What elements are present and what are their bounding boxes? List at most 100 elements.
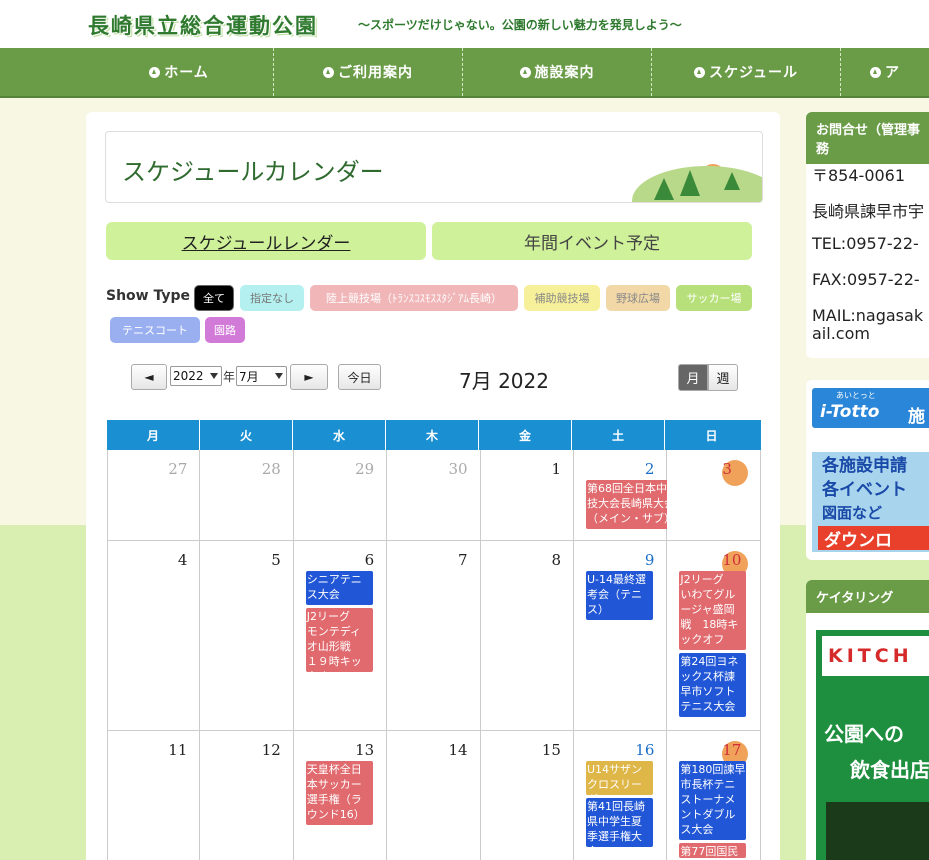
view-week-button[interactable]: 週 — [708, 364, 738, 391]
page-title: スケジュールカレンダー — [122, 158, 384, 186]
contact-mail-1[interactable]: MAIL:nagasak — [812, 306, 923, 325]
calendar-weekday-header: 月 火 水 木 金 土 日 — [107, 420, 761, 450]
today-button[interactable]: 今日 — [338, 364, 381, 390]
calendar-day-cell[interactable]: 4 — [107, 541, 201, 731]
day-number[interactable]: 15 — [542, 741, 561, 759]
filter-park-path[interactable]: 園路 — [205, 317, 245, 343]
weekday-mon: 月 — [107, 420, 200, 450]
calendar-day-cell[interactable]: 29 — [293, 450, 388, 541]
site-header: 長崎県立総合運動公園 ～スポーツだけじゃない。公園の新しい魅力を発見しよう～ — [0, 0, 929, 48]
tab-schedule-calendar[interactable]: スケジュールレンダー — [106, 222, 426, 260]
day-number[interactable]: 11 — [168, 741, 187, 759]
filter-athletics-stadium[interactable]: 陸上競技場（ﾄﾗﾝｽｺｽﾓｽｽﾀｼﾞｱﾑ長崎） — [310, 285, 518, 311]
calendar-day-cell[interactable]: 14 — [387, 731, 481, 860]
calendar-day-cell[interactable]: 7 — [387, 541, 481, 731]
nav-item-guide[interactable]: ご利用案内 — [274, 48, 463, 96]
day-number[interactable]: 5 — [271, 551, 281, 569]
day-number[interactable]: 3 — [722, 460, 749, 486]
day-number[interactable]: 6 — [365, 551, 375, 569]
catering-header: ケイタリング — [806, 580, 929, 613]
filter-unspecified[interactable]: 指定なし — [240, 285, 304, 311]
calendar-day-cell[interactable]: 3 — [667, 450, 762, 541]
day-number[interactable]: 14 — [448, 741, 467, 759]
calendar-event[interactable]: 第180回諫早市長杯テニストーナメントダブルス大会 — [679, 761, 747, 840]
calendar-day-cell[interactable]: 28 — [200, 450, 294, 541]
calendar-day-cell[interactable]: 8 — [480, 541, 574, 731]
filter-all[interactable]: 全て — [194, 285, 234, 311]
filter-tennis-court[interactable]: テニスコート — [110, 317, 200, 343]
day-number[interactable]: 13 — [355, 741, 374, 759]
day-number[interactable]: 7 — [458, 551, 468, 569]
weekday-fri: 金 — [479, 420, 572, 450]
nav-label: 施設案内 — [534, 65, 595, 81]
day-number[interactable]: 9 — [645, 551, 655, 569]
day-number[interactable]: 30 — [448, 460, 467, 478]
filter-auxiliary-field[interactable]: 補助競技場 — [524, 285, 600, 311]
calendar-day-cell[interactable]: 27 — [107, 450, 201, 541]
tree-illustration — [724, 172, 740, 190]
calendar-event[interactable]: 第41回長崎県中学生夏季選手権大会 — [586, 798, 653, 847]
catering-banner[interactable]: KITCH 公園への 飲食出店 — [816, 630, 929, 860]
next-month-button[interactable]: ► — [290, 364, 328, 390]
nav-item-facilities[interactable]: 施設案内 — [463, 48, 652, 96]
arrow-up-icon — [693, 66, 705, 78]
arrow-up-icon — [870, 66, 881, 78]
calendar-month-title: 7月 2022 — [459, 369, 549, 393]
calendar-day-cell[interactable]: 15 — [480, 731, 574, 860]
arrow-up-icon — [149, 66, 161, 78]
year-select-value: 2022 — [173, 369, 204, 383]
year-select[interactable]: 2022 — [170, 366, 222, 386]
day-number[interactable]: 4 — [178, 551, 188, 569]
calendar-event[interactable]: 第77回国民体育大会陸上競技長 — [679, 843, 747, 858]
calendar-event[interactable]: 第24回ヨネックス杯諫早市ソフトテニス大会 — [679, 653, 747, 717]
calendar-event[interactable]: U14サザンクロスリーグ — [586, 761, 653, 795]
contact-header: お問合せ（管理事務 — [806, 112, 929, 164]
calendar-day-cell[interactable]: 12 — [200, 731, 294, 860]
calendar-event[interactable]: J2リーグ いわてグルージャ盛岡戦 18時キックオフ — [679, 571, 747, 650]
main-navigation: ホーム ご利用案内 施設案内 スケジュール ア — [0, 48, 929, 98]
month-select-value: 7月 — [239, 369, 259, 384]
tree-illustration — [680, 170, 700, 196]
banner-box: あいとっと i-Totto 施 各施設申請 各イベント 図面など ダウンロ — [806, 380, 929, 560]
calendar-event[interactable]: 天皇杯全日本サッカー選手権（ラウンド16） — [305, 761, 373, 825]
download-banner[interactable]: 各施設申請 各イベント 図面など ダウンロ — [812, 452, 929, 552]
month-select[interactable]: 7月 — [236, 366, 287, 386]
calendar-event[interactable]: J2リーグ モンテディオ山形戦 １９時キックオフ — [305, 608, 373, 672]
day-number[interactable]: 2 — [645, 460, 655, 478]
chevron-down-icon — [210, 373, 218, 379]
day-number[interactable]: 16 — [635, 741, 654, 759]
contact-fax: FAX:0957-22- — [812, 270, 920, 289]
filter-soccer-field[interactable]: サッカー場 — [676, 285, 752, 311]
filter-baseball-field[interactable]: 野球広場 — [606, 285, 670, 311]
calendar-event[interactable]: U-14最終選考会（テニス） — [586, 571, 653, 620]
contact-mail-2[interactable]: ail.com — [812, 324, 870, 343]
weekday-sat: 土 — [572, 420, 665, 450]
day-number[interactable]: 29 — [355, 460, 374, 478]
tree-illustration — [654, 178, 674, 200]
weekday-sun: 日 — [705, 428, 718, 443]
view-month-button[interactable]: 月 — [678, 364, 708, 391]
day-number[interactable]: 1 — [551, 460, 561, 478]
day-number[interactable]: 28 — [262, 460, 281, 478]
nav-item-schedule[interactable]: スケジュール — [652, 48, 841, 96]
weekday-thu: 木 — [386, 420, 479, 450]
tab-annual-events[interactable]: 年間イベント予定 — [432, 222, 752, 260]
calendar-event[interactable]: シニアテニス大会 — [305, 571, 373, 605]
day-number[interactable]: 8 — [551, 551, 561, 569]
nav-item-home[interactable]: ホーム — [85, 48, 274, 96]
calendar-day-cell[interactable]: 5 — [200, 541, 294, 731]
site-title[interactable]: 長崎県立総合運動公園 — [88, 10, 318, 40]
nav-item-more[interactable]: ア — [841, 48, 929, 96]
calendar-title-box: スケジュールカレンダー — [105, 131, 763, 203]
day-number[interactable]: 27 — [168, 460, 187, 478]
calendar-day-cell[interactable]: 11 — [107, 731, 201, 860]
itotto-banner[interactable]: あいとっと i-Totto 施 — [812, 388, 929, 428]
calendar-day-cell[interactable]: 9 — [574, 541, 668, 731]
calendar-day-cell[interactable]: 1 — [480, 450, 574, 541]
day-number[interactable]: 12 — [262, 741, 281, 759]
calendar-day-cell[interactable]: 30 — [387, 450, 481, 541]
download-line-2: 各イベント — [822, 480, 907, 500]
food-truck-illustration — [826, 802, 929, 860]
catering-line-2: 飲食出店 — [850, 758, 929, 782]
prev-month-button[interactable]: ◄ — [131, 364, 167, 390]
